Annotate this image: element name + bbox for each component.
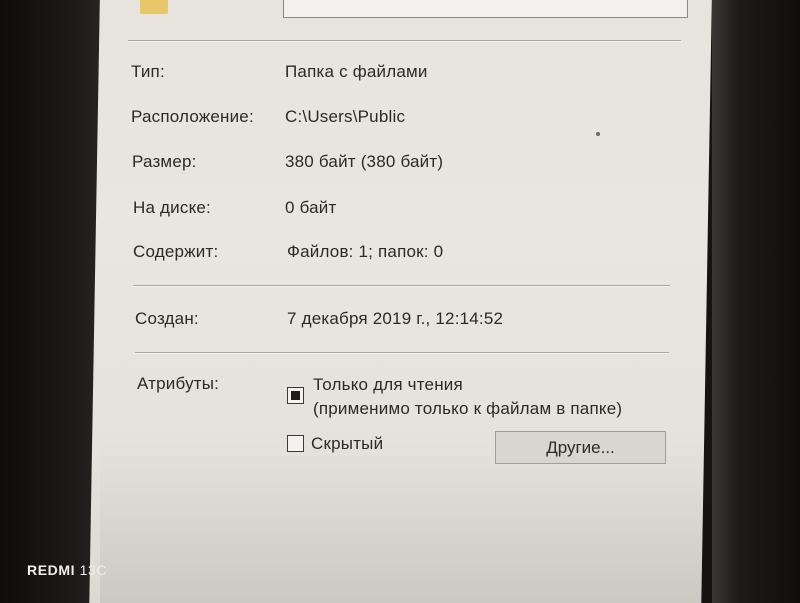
type-value: Папка с файлами (285, 62, 428, 81)
readonly-checkbox[interactable] (287, 387, 304, 404)
indeterminate-mark-icon (291, 391, 300, 400)
hidden-checkbox[interactable] (287, 435, 304, 452)
created-value: 7 декабря 2019 г., 12:14:52 (287, 309, 504, 328)
watermark-brand: REDMI (27, 562, 76, 578)
divider-top (128, 40, 681, 42)
properties-dialog (89, 0, 712, 603)
location-value: C:\Users\Public (285, 107, 406, 126)
on-disk-label: На диске: (133, 198, 211, 217)
divider-bottom (135, 352, 669, 354)
contains-label: Содержит: (133, 242, 219, 261)
contains-value: Файлов: 1; папок: 0 (287, 242, 444, 261)
divider-middle (133, 285, 670, 287)
attributes-label: Атрибуты: (137, 374, 220, 393)
hidden-label: Скрытый (311, 434, 384, 453)
screen-speck (596, 132, 600, 136)
watermark-model: 13C (79, 562, 108, 578)
readonly-note: (применимо только к файлам в папке) (313, 399, 623, 418)
created-label: Создан: (135, 309, 199, 328)
size-value: 380 байт (380 байт) (285, 152, 444, 171)
folder-icon (140, 0, 168, 14)
other-attributes-button[interactable]: Другие... (495, 431, 666, 464)
folder-name-field[interactable] (283, 0, 688, 18)
camera-watermark: REDMI 13C (27, 562, 107, 578)
readonly-label: Только для чтения (313, 375, 463, 394)
location-label: Расположение: (131, 107, 254, 126)
type-label: Тип: (131, 62, 165, 81)
monitor-bezel-right (712, 0, 800, 603)
size-label: Размер: (132, 152, 197, 171)
on-disk-value: 0 байт (285, 198, 337, 217)
